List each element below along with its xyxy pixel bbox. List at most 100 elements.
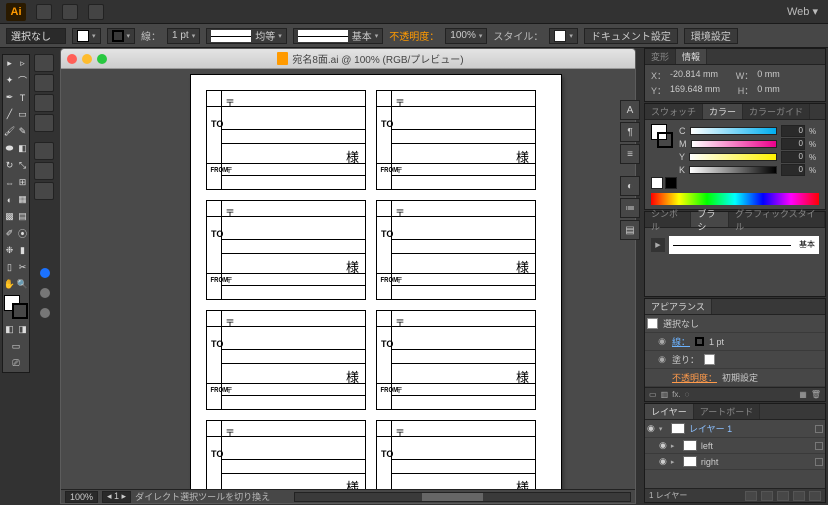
layer-name[interactable]: right — [701, 457, 719, 467]
address-label-card[interactable]: 〒TO様FROM〒 — [206, 420, 366, 489]
dock-gradient-icon[interactable]: ▤ — [620, 220, 640, 240]
tab-color-guide[interactable]: カラーガイド — [743, 104, 810, 119]
tab-brushes[interactable]: ブラシ — [691, 212, 729, 227]
brush-preview[interactable]: 基本 — [669, 236, 819, 254]
layer-visibility-toggle[interactable]: ◉ — [647, 423, 655, 434]
appearance-opacity-link[interactable]: 不透明度： — [672, 371, 717, 384]
type-tool[interactable]: T — [16, 89, 29, 106]
swatch-black[interactable] — [665, 177, 677, 189]
stroke-profile-dropdown[interactable]: 均等▾ — [206, 28, 287, 44]
tab-artboards[interactable]: アートボード — [694, 404, 760, 419]
make-clipping-mask-icon[interactable] — [761, 491, 773, 501]
eyedropper-tool[interactable]: ✐ — [3, 225, 16, 242]
change-screen-mode[interactable]: ⎚ — [3, 355, 29, 372]
visibility-toggle-stroke[interactable]: ◉ — [657, 336, 667, 347]
pen-tool[interactable]: ✒ — [3, 89, 16, 106]
fill-stroke-control[interactable] — [4, 295, 28, 319]
appearance-stroke-link[interactable]: 線： — [672, 335, 690, 348]
tab-transform[interactable]: 変形 — [645, 49, 676, 64]
brush-play-icon[interactable]: ▶ — [651, 238, 665, 252]
workspace-switcher[interactable]: Web ▾ — [787, 5, 822, 18]
document-setup-button[interactable]: ドキュメント設定 — [584, 28, 678, 44]
color-mode-icon[interactable]: ◧ — [3, 321, 16, 338]
rectangle-tool[interactable]: ▭ — [16, 106, 29, 123]
artboard-tool[interactable]: ▯ — [3, 259, 16, 276]
horizontal-scrollbar[interactable] — [294, 492, 631, 502]
delete-layer-icon[interactable] — [809, 491, 821, 501]
pencil-tool[interactable]: ✎ — [16, 123, 29, 140]
window-zoom-button[interactable] — [97, 54, 107, 64]
fill-color-swatch[interactable] — [704, 354, 715, 365]
artboard-nav[interactable]: ◂ 1 ▸ — [102, 491, 131, 503]
dock-align-icon[interactable]: ≡ — [620, 144, 640, 164]
stroke-color-swatch[interactable] — [695, 337, 704, 346]
stroke-swatch-icon[interactable] — [12, 303, 28, 319]
layer-name[interactable]: left — [701, 441, 713, 451]
window-close-button[interactable] — [67, 54, 77, 64]
layer-row[interactable]: ◉ ▸ left — [645, 438, 825, 454]
brush-definition-dropdown[interactable]: 基本▾ — [293, 28, 384, 44]
dock-item-4[interactable] — [34, 114, 54, 132]
perspective-tool[interactable]: ▦ — [16, 191, 29, 208]
stroke-swatch-dropdown[interactable]: ▾ — [107, 28, 136, 44]
channel-k-slider[interactable] — [689, 166, 777, 174]
channel-c-value[interactable]: 0 — [781, 125, 805, 137]
selection-tool[interactable]: ▸ — [3, 55, 16, 72]
dock-transparency-icon[interactable]: ◐ — [620, 176, 640, 196]
tab-graphic-styles[interactable]: グラフィックスタイル — [729, 212, 825, 227]
dock-item-3[interactable] — [34, 94, 54, 112]
layer-disclosure-icon[interactable]: ▾ — [659, 425, 667, 433]
color-dot-grey[interactable] — [34, 284, 56, 302]
visibility-toggle-fill[interactable]: ◉ — [657, 354, 667, 365]
layer-target-icon[interactable] — [815, 425, 823, 433]
blend-tool[interactable]: ⦿ — [16, 225, 29, 242]
lasso-tool[interactable]: ⌒ — [16, 72, 29, 89]
layer-visibility-toggle[interactable]: ◉ — [659, 440, 667, 451]
address-label-card[interactable]: 〒TO様FROM〒 — [376, 420, 536, 489]
layer-disclosure-icon[interactable]: ▸ — [671, 442, 679, 450]
tab-color[interactable]: カラー — [703, 104, 743, 119]
address-label-card[interactable]: 〒TO様FROM〒 — [206, 310, 366, 410]
address-label-card[interactable]: 〒TO様FROM〒 — [376, 310, 536, 410]
color-dot-grey2[interactable] — [34, 304, 56, 322]
symbol-sprayer-tool[interactable]: ❉ — [3, 242, 16, 259]
screen-mode-dropdown[interactable]: ▭ — [3, 338, 29, 355]
canvas-area[interactable]: 〒TO様FROM〒〒TO様FROM〒〒TO様FROM〒〒TO様FROM〒〒TO様… — [61, 69, 635, 489]
free-transform-tool[interactable]: ⊞ — [16, 174, 29, 191]
scale-tool[interactable]: ⤡ — [16, 157, 29, 174]
gradient-mode-icon[interactable]: ◨ — [16, 321, 29, 338]
dock-stroke-icon[interactable]: ≔ — [620, 198, 640, 218]
color-spectrum[interactable] — [651, 193, 819, 205]
graph-tool[interactable]: ▮ — [16, 242, 29, 259]
magic-wand-tool[interactable]: ✦ — [3, 72, 16, 89]
dock-type-icon[interactable]: A — [620, 100, 640, 120]
dock-paragraph-icon[interactable]: ¶ — [620, 122, 640, 142]
address-label-card[interactable]: 〒TO様FROM〒 — [376, 90, 536, 190]
layer-row[interactable]: ◉ ▾ レイヤー 1 — [645, 420, 825, 438]
layer-visibility-toggle[interactable]: ◉ — [659, 456, 667, 467]
opacity-field[interactable]: 100%▾ — [445, 28, 487, 44]
locate-object-icon[interactable] — [745, 491, 757, 501]
channel-c-slider[interactable] — [690, 127, 778, 135]
new-sublayer-icon[interactable] — [777, 491, 789, 501]
address-label-card[interactable]: 〒TO様FROM〒 — [376, 200, 536, 300]
hand-tool[interactable]: ✋ — [3, 276, 16, 293]
color-fillstroke-icon[interactable] — [651, 124, 673, 164]
direct-selection-tool[interactable]: ▹ — [16, 55, 29, 72]
preferences-button[interactable]: 環境設定 — [684, 28, 738, 44]
swatch-white[interactable] — [651, 177, 663, 189]
color-dot-blue[interactable] — [34, 264, 56, 282]
tab-layers[interactable]: レイヤー — [645, 404, 694, 419]
mesh-tool[interactable]: ▩ — [3, 208, 16, 225]
fx-button[interactable]: fx. — [672, 390, 680, 399]
dock-item-6[interactable] — [34, 162, 54, 180]
tab-symbols[interactable]: シンボル — [645, 212, 691, 227]
gradient-tool[interactable]: ▤ — [16, 208, 29, 225]
menu-misc-icon[interactable] — [88, 4, 104, 20]
dock-item-7[interactable] — [34, 182, 54, 200]
address-label-card[interactable]: 〒TO様FROM〒 — [206, 90, 366, 190]
tab-swatches[interactable]: スウォッチ — [645, 104, 703, 119]
channel-m-value[interactable]: 0 — [781, 138, 805, 150]
channel-m-slider[interactable] — [691, 140, 778, 148]
new-layer-icon[interactable] — [793, 491, 805, 501]
